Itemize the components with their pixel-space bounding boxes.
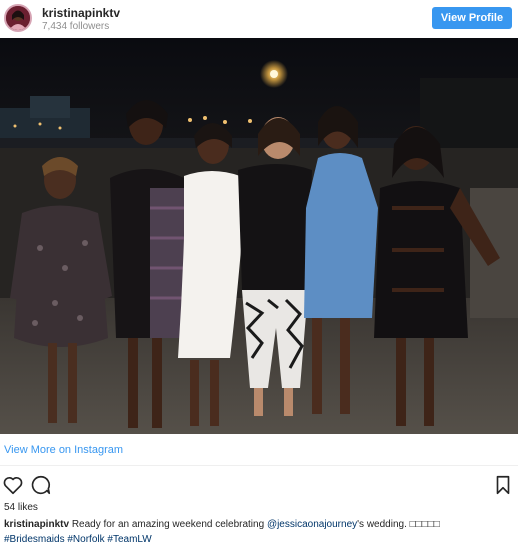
view-profile-button[interactable]: View Profile [432, 7, 512, 29]
heart-icon[interactable] [2, 474, 24, 496]
comment-icon[interactable] [30, 474, 52, 496]
post-photo[interactable] [0, 38, 518, 434]
caption-username[interactable]: kristinapinktv [4, 519, 69, 530]
instagram-embed-card: kristinapinktv 7,434 followers View Prof… [0, 0, 518, 553]
bookmark-icon[interactable] [492, 474, 514, 496]
post-header: kristinapinktv 7,434 followers View Prof… [0, 0, 518, 38]
account-username[interactable]: kristinapinktv [42, 6, 120, 20]
view-more-link[interactable]: View More on Instagram [4, 444, 123, 456]
hashtag-link[interactable]: #Bridesmaids [4, 534, 65, 545]
caption-text-after: 's wedding. □□□□□ [357, 519, 440, 530]
hashtag-link[interactable]: #TeamLW [107, 534, 151, 545]
caption-text: Ready for an amazing weekend celebrating [71, 519, 265, 530]
post-caption: kristinapinktv Ready for an amazing week… [4, 517, 512, 547]
divider [0, 465, 518, 466]
caption-mention[interactable]: @jessicaonajourney [267, 519, 357, 530]
like-count[interactable]: 54 likes [4, 502, 38, 513]
hashtag-link[interactable]: #Norfolk [67, 534, 104, 545]
follower-count: 7,434 followers [42, 21, 110, 32]
profile-avatar[interactable] [4, 4, 32, 32]
